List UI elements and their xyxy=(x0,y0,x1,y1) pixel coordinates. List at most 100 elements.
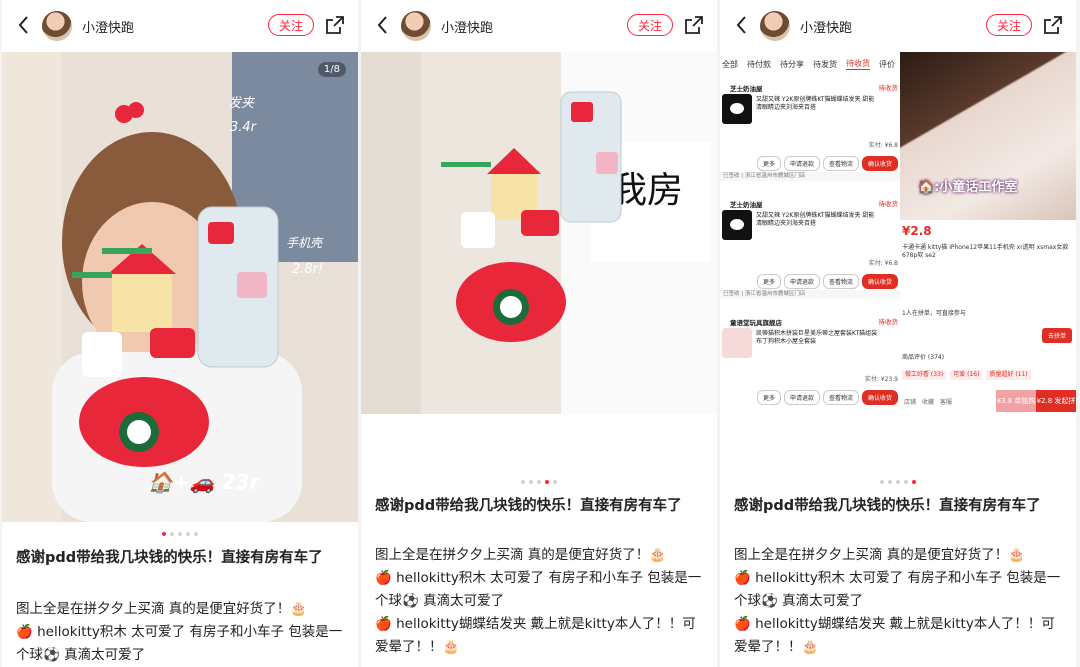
carousel-dot xyxy=(912,480,916,484)
share-icon[interactable] xyxy=(324,14,346,36)
bar-icons: 店铺 收藏 客服 xyxy=(900,390,996,412)
post-title: 感谢pdd带给我几块钱的快乐！直接有房有车了 xyxy=(16,550,323,566)
order-tab-active[interactable]: 待收货 xyxy=(846,58,870,70)
post-line-1: 图上全是在拼夕夕上买滴 真的是便宜好货了！🎂 xyxy=(375,547,667,563)
annotation-case-label: 手机壳 xyxy=(286,236,323,250)
more-button[interactable]: 更多 xyxy=(756,390,781,405)
order-price: 实付: ¥23.9 xyxy=(864,376,898,383)
confirm-button[interactable]: 确认收货 xyxy=(861,274,898,289)
product-thumb xyxy=(722,210,752,240)
post-line-3: 🍎 hellokitty蝴蝶结发夹 戴上就是kitty本人了！！可爱晕了！！🎂 xyxy=(734,616,1055,655)
follow-button[interactable]: 关注 xyxy=(268,14,314,36)
share-icon[interactable] xyxy=(683,14,705,36)
product-thumb xyxy=(722,94,752,124)
annotation-car-price: 🏠+🚗 23r xyxy=(148,470,260,494)
carousel-dot xyxy=(521,480,525,484)
carousel-dot xyxy=(553,480,557,484)
carousel-dot xyxy=(194,532,198,536)
post-header: 小澄快跑 关注 xyxy=(2,0,358,50)
post-photo[interactable]: 1/8 发夹 3.4r 手机壳 2.8r! 🏠+🚗 23r xyxy=(2,52,358,522)
image-counter: 1/8 xyxy=(317,62,346,77)
review-tag[interactable]: 质量超好 (11) xyxy=(986,370,1031,380)
follow-button[interactable]: 关注 xyxy=(986,14,1032,36)
reviews-header[interactable]: 商品评价 (374) xyxy=(902,354,1074,362)
service-icon[interactable]: 客服 xyxy=(940,397,952,406)
refund-button[interactable]: 申请退款 xyxy=(783,274,820,289)
buy-bar: 店铺 收藏 客服 ¥3.8 单独购买 ¥2.8 发起拼单 xyxy=(900,390,1076,412)
share-icon[interactable] xyxy=(1042,14,1064,36)
carousel-dot xyxy=(545,480,549,484)
post-line-2: 🍎 hellokitty积木 太可爱了 有房子和小车子 包装是一个球⚽ 真滴太可… xyxy=(375,570,702,609)
svg-text:我房: 我房 xyxy=(611,170,683,211)
product-price: ¥2.8 xyxy=(902,224,932,238)
more-button[interactable]: 更多 xyxy=(756,156,781,171)
post-photo[interactable]: 我房 xyxy=(361,52,717,414)
order-desc: 又甜又辣 Y2K原创牌蛛KT猫蝴蝶结发夹 甜能清眼睛边夹刘海夹百搭 xyxy=(756,96,875,111)
author-name[interactable]: 小澄快跑 xyxy=(82,17,134,36)
order-card: 童语堂玩具旗舰店 待收货 凯蒂猫积木拼装巨星美乐蒂之屋套装KT猫组装布丁狗积木小… xyxy=(720,314,900,412)
order-shop: 芝士奶油屋 xyxy=(730,85,763,93)
author-avatar[interactable] xyxy=(42,11,72,41)
post-line-2: 🍎 hellokitty积木 太可爱了 有房子和小车子 包装是一个球⚽ 真滴太可… xyxy=(16,624,343,663)
confirm-button[interactable]: 确认收货 xyxy=(861,390,898,405)
logistics-button[interactable]: 查看物流 xyxy=(822,156,859,171)
product-page: 🏠:小童话工作室 ¥2.8 卡通卡通 kitty猫 iPhone12苹果11手机… xyxy=(900,52,1076,414)
back-arrow-icon[interactable] xyxy=(14,12,34,38)
post-line-1: 图上全是在拼夕夕上买滴 真的是便宜好货了！🎂 xyxy=(16,601,308,617)
post-panel-2: 小澄快跑 关注 我房 感谢pdd带给我几块钱的快乐！直接有房有车了 图上全是在拼… xyxy=(361,0,717,667)
author-avatar[interactable] xyxy=(760,11,790,41)
shop-icon[interactable]: 店铺 xyxy=(904,397,916,406)
confirm-button[interactable]: 确认收货 xyxy=(861,156,898,171)
annotation-clip-label: 发夹 xyxy=(228,96,255,111)
logistics-button[interactable]: 查看物流 xyxy=(822,274,859,289)
more-button[interactable]: 更多 xyxy=(756,274,781,289)
author-name[interactable]: 小澄快跑 xyxy=(441,17,493,36)
order-tabs: 全部 待付款 待分享 待发货 待收货 评价 xyxy=(720,52,902,76)
carousel-dot xyxy=(186,532,190,536)
carousel-dot xyxy=(896,480,900,484)
order-tab[interactable]: 待付款 xyxy=(747,59,771,70)
post-header: 小澄快跑 关注 xyxy=(361,0,717,50)
follow-button[interactable]: 关注 xyxy=(627,14,673,36)
back-arrow-icon[interactable] xyxy=(732,12,752,38)
carousel-dot xyxy=(529,480,533,484)
order-desc: 凯蒂猫积木拼装巨星美乐蒂之屋套装KT猫组装布丁狗积木小屋全套装 xyxy=(756,330,878,345)
order-price: 实付: ¥6.8 xyxy=(868,142,898,149)
review-tags: 做工好看 (33) 可爱 (16) 质量超好 (11) xyxy=(902,370,1074,380)
review-tag[interactable]: 做工好看 (33) xyxy=(902,370,947,380)
join-group-button[interactable]: 去拼单 xyxy=(1041,328,1072,343)
product-thumb xyxy=(722,328,752,358)
order-tab[interactable]: 待分享 xyxy=(780,59,804,70)
author-name[interactable]: 小澄快跑 xyxy=(800,17,852,36)
refund-button[interactable]: 申请退款 xyxy=(783,390,820,405)
delivery-note: 已签收 | 浙江省温州市鹿城区门店 xyxy=(720,290,900,299)
delivery-note: 已签收 | 浙江省温州市鹿城区门店 xyxy=(720,172,900,181)
post-title: 感谢pdd带给我几块钱的快乐！直接有房有车了 xyxy=(375,498,682,514)
post-photo-screenshot[interactable]: 全部 待付款 待分享 待发货 待收货 评价 芝士奶油屋 待收货 又甜又辣 Y2K… xyxy=(720,52,1076,414)
post-line-3: 🍎 hellokitty蝴蝶结发夹 戴上就是kitty本人了！！可爱晕了！！🎂 xyxy=(375,616,696,655)
logistics-button[interactable]: 查看物流 xyxy=(822,390,859,405)
post-line-2: 🍎 hellokitty积木 太可爱了 有房子和小车子 包装是一个球⚽ 真滴太可… xyxy=(734,570,1061,609)
carousel-dot xyxy=(880,480,884,484)
buy-group-button[interactable]: ¥2.8 发起拼单 xyxy=(1036,390,1076,412)
carousel-dots xyxy=(2,532,358,536)
author-avatar[interactable] xyxy=(401,11,431,41)
buy-single-button[interactable]: ¥3.8 单独购买 xyxy=(996,390,1036,412)
favorite-icon[interactable]: 收藏 xyxy=(922,397,934,406)
order-status: 待收货 xyxy=(878,318,899,326)
refund-button[interactable]: 申请退款 xyxy=(783,156,820,171)
review-tag[interactable]: 可爱 (16) xyxy=(950,370,983,380)
order-actions: 更多 申请退款 查看物流 确认收货 xyxy=(756,390,898,405)
annotation-case-price: 2.8r! xyxy=(292,262,324,277)
annotation-clip-price: 3.4r xyxy=(230,120,257,135)
order-shop: 芝士奶油屋 xyxy=(730,201,763,209)
order-tab[interactable]: 全部 xyxy=(722,59,738,70)
post-panel-1: 小澄快跑 关注 1/8 发夹 3.4r 手机壳 2.8r! 🏠+🚗 23r 感谢… xyxy=(2,0,358,667)
order-card: 芝士奶油屋 待收货 又甜又辣 Y2K原创牌蛛KT猫蝴蝶结发夹 甜能清眼睛边夹刘海… xyxy=(720,80,900,181)
back-arrow-icon[interactable] xyxy=(373,12,393,38)
order-tab[interactable]: 待发货 xyxy=(813,59,837,70)
order-status: 待收货 xyxy=(878,200,899,208)
order-tab[interactable]: 评价 xyxy=(879,59,895,70)
carousel-dot xyxy=(170,532,174,536)
product-title: 卡通卡通 kitty猫 iPhone12苹果11手机壳 xr透明 xsmax女款… xyxy=(902,244,1069,259)
